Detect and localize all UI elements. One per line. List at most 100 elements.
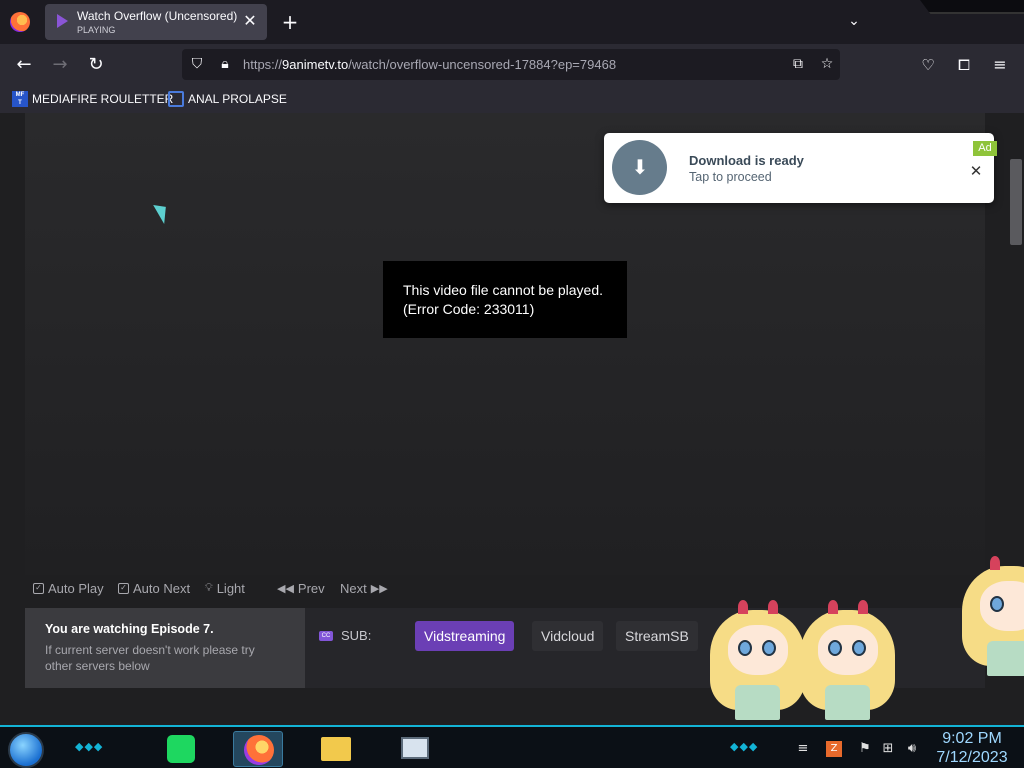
star-icon[interactable]: ☆ — [818, 55, 836, 73]
character-eye — [762, 640, 776, 656]
network-icon[interactable]: ⊞ — [880, 741, 896, 757]
character-horn — [738, 600, 748, 614]
browser-tab[interactable]: Watch Overflow (Uncensored) PLAYING ✕ — [45, 4, 267, 40]
playing-icon — [57, 14, 68, 28]
download-icon: ⬇ — [612, 140, 667, 195]
bookmarks-bar: MF T MEDIAFIRE ROULETTER ANAL PROLAPSE — [0, 85, 1024, 113]
next-button[interactable]: Next ▶▶ — [340, 581, 388, 596]
folder-icon — [321, 737, 351, 761]
navigation-bar: ← → ↻ ⛉ 🔒︎ https://9animetv.to/watch/ove… — [0, 44, 1024, 85]
close-tab-icon[interactable]: ✕ — [241, 12, 259, 30]
error-text: This video file cannot be played. — [403, 282, 604, 298]
ad-badge: Ad — [973, 141, 997, 156]
bookmark-mediafire[interactable]: MF T MEDIAFIRE ROULETTER — [12, 90, 173, 108]
checkbox-icon: ✓ — [118, 583, 129, 594]
character-horn — [768, 600, 778, 614]
closed-caption-icon: CC — [319, 630, 333, 641]
cartoon-character — [962, 556, 1024, 676]
light-label: Light — [216, 581, 245, 596]
firefox-icon — [244, 735, 274, 765]
taskbar-decoration: ◆◆◆ — [730, 740, 759, 753]
extensions-icon[interactable]: ⧠ — [952, 53, 976, 77]
volume-icon[interactable]: 🔊︎ — [904, 741, 920, 757]
character-dress — [825, 685, 870, 720]
rewind-icon: ◀◀ — [277, 583, 294, 595]
character-face — [818, 625, 878, 675]
character-eye — [738, 640, 752, 656]
back-arrow-icon[interactable]: ← — [12, 53, 36, 77]
character-dress — [735, 685, 780, 720]
tab-strip: Watch Overflow (Uncensored) PLAYING ✕ + … — [0, 0, 1024, 44]
forward-arrow-icon[interactable]: → — [48, 53, 72, 77]
reload-icon[interactable]: ↻ — [84, 53, 108, 77]
taskbar-decoration: ◆◆◆ — [75, 740, 104, 753]
auto-next-toggle[interactable]: ✓ Auto Next — [118, 581, 190, 596]
light-toggle[interactable]: 💡︎ Light — [205, 581, 245, 596]
auto-play-toggle[interactable]: ✓ Auto Play — [33, 581, 104, 596]
system-clock[interactable]: 9:02 PM 7/12/2023 — [932, 729, 1012, 767]
ad-notification[interactable]: ⬇ Download is ready Tap to proceed Ad ✕ — [604, 133, 997, 203]
fast-forward-icon: ▶▶ — [370, 583, 388, 595]
character-face — [728, 625, 788, 675]
tray-app-icon[interactable]: Z — [826, 741, 842, 757]
tab-title: Watch Overflow (Uncensored) — [77, 9, 237, 23]
server-vidcloud[interactable]: Vidcloud — [532, 621, 604, 651]
url-text[interactable]: https://9animetv.to/watch/overflow-uncen… — [243, 57, 616, 72]
pocket-icon[interactable]: ♡ — [916, 53, 940, 77]
server-streamsb[interactable]: StreamSB — [616, 621, 698, 651]
server-vidstreaming[interactable]: Vidstreaming — [415, 621, 515, 651]
new-tab-icon[interactable]: + — [280, 12, 300, 32]
auto-play-label: Auto Play — [48, 581, 104, 596]
menu-icon[interactable]: ≡ — [988, 53, 1012, 77]
watching-note: If current server doesn't work please tr… — [45, 643, 255, 673]
prev-label: Prev — [297, 581, 325, 596]
auto-next-label: Auto Next — [133, 581, 191, 596]
picture-in-picture-icon[interactable]: ⧉ — [789, 55, 807, 73]
monitor-icon — [401, 737, 429, 759]
bookmark-icon — [168, 91, 184, 107]
start-orb-icon[interactable] — [8, 732, 44, 768]
url-scheme: https:// — [243, 57, 283, 72]
chevron-down-icon[interactable]: ⌄ — [845, 12, 863, 30]
error-code: (Error Code: 233011) — [403, 301, 535, 317]
taskbar-spotify[interactable] — [155, 731, 205, 767]
clock-date: 7/12/2023 — [936, 749, 1008, 766]
character-horn — [990, 556, 1000, 570]
prev-button[interactable]: ◀◀ Prev — [277, 581, 325, 596]
window-frame-decoration — [920, 0, 1024, 14]
character-eye — [852, 640, 866, 656]
close-icon[interactable]: ✕ — [968, 163, 984, 179]
taskbar: ◆◆◆ ◆◆◆ ≡ Z ⚑ ⊞ 🔊︎ 9:02 PM 7/12/2023 — [0, 725, 1024, 768]
taskbar-firefox[interactable] — [233, 731, 283, 767]
shield-icon[interactable]: ⛉ — [188, 55, 206, 73]
bookmark-second[interactable]: ANAL PROLAPSE — [168, 90, 287, 108]
cartoon-character — [800, 600, 895, 720]
bookmark-label: ANAL PROLAPSE — [188, 92, 287, 106]
watching-info: You are watching Episode 7. If current s… — [25, 608, 305, 688]
spotify-icon — [167, 735, 195, 763]
tray-stack-icon[interactable]: ≡ — [795, 741, 811, 757]
watching-title: You are watching Episode 7. — [45, 622, 214, 636]
sub-label-row: CC SUB: — [319, 628, 371, 643]
character-dress — [987, 641, 1024, 676]
character-horn — [858, 600, 868, 614]
download-arrow-icon: ⬇ — [631, 155, 649, 179]
firefox-icon[interactable] — [10, 12, 30, 32]
url-host: 9animetv.to — [282, 57, 349, 72]
cartoon-character — [710, 600, 805, 720]
ad-subtitle: Tap to proceed — [689, 170, 772, 184]
error-message: This video file cannot be played. (Error… — [383, 261, 627, 338]
bookmark-label: MEDIAFIRE ROULETTER — [32, 92, 174, 106]
flag-icon[interactable]: ⚑ — [857, 741, 873, 757]
url-bar[interactable]: ⛉ 🔒︎ https://9animetv.to/watch/overflow-… — [182, 49, 840, 80]
sub-label: SUB: — [341, 628, 372, 643]
clock-time: 9:02 PM — [942, 730, 1002, 747]
taskbar-explorer[interactable] — [311, 731, 361, 767]
taskbar-monitor[interactable] — [389, 731, 439, 767]
mediafire-icon: MF T — [12, 91, 28, 107]
checkbox-icon: ✓ — [33, 583, 44, 594]
scrollbar-thumb[interactable] — [1010, 159, 1022, 245]
character-horn — [828, 600, 838, 614]
url-path: /watch/overflow-uncensored-17884?ep=7946… — [348, 57, 617, 72]
lock-icon[interactable]: 🔒︎ — [216, 55, 234, 73]
